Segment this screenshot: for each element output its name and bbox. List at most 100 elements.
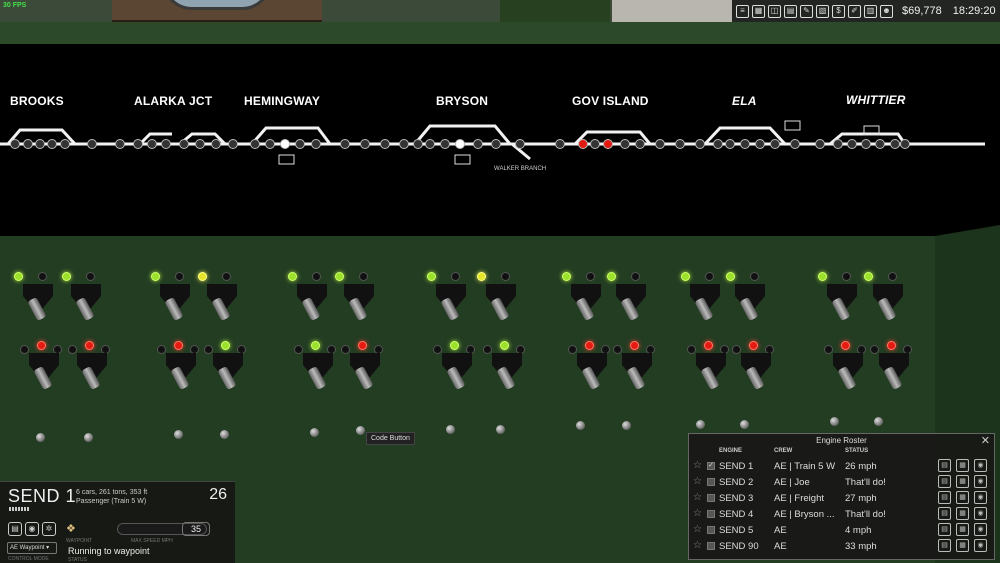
roster-row[interactable]: ☆ SEND 2 AE | Joe That'll do! ▤ ▦ ◉ — [689, 474, 994, 490]
select-checkbox[interactable] — [707, 478, 715, 486]
code-button[interactable] — [174, 430, 183, 439]
signal-lever[interactable] — [294, 341, 342, 401]
signal-lever[interactable] — [68, 341, 116, 401]
person-icon[interactable]: ☻ — [880, 4, 893, 18]
ledger-icon[interactable]: ▤ — [938, 539, 951, 552]
roster-row[interactable]: ☆ SEND 4 AE | Bryson ... That'll do! ▤ ▦ ◉ — [689, 506, 994, 522]
eye-icon[interactable]: ◉ — [974, 523, 987, 536]
code-button[interactable] — [830, 417, 839, 426]
star-icon[interactable]: ☆ — [693, 524, 702, 535]
switch-lever[interactable] — [335, 272, 383, 332]
close-icon[interactable]: ✕ — [981, 434, 990, 447]
waypoint-icon[interactable]: ❖ — [66, 522, 80, 536]
building-icon[interactable]: ▦ — [752, 4, 765, 18]
switch-lever[interactable] — [681, 272, 729, 332]
roster-row[interactable]: ☆ SEND 5 AE 4 mph ▤ ▦ ◉ — [689, 522, 994, 538]
track-signal — [833, 139, 843, 149]
select-checkbox[interactable]: ✓ — [707, 462, 715, 470]
star-icon[interactable]: ☆ — [693, 508, 702, 519]
car-icon[interactable]: ▦ — [956, 459, 969, 472]
pen-icon[interactable]: ✐ — [848, 4, 861, 18]
signal-lever[interactable] — [613, 341, 661, 401]
code-button[interactable] — [622, 421, 631, 430]
eye-icon[interactable]: ◉ — [974, 491, 987, 504]
code-button[interactable] — [446, 425, 455, 434]
select-checkbox[interactable] — [707, 494, 715, 502]
notes-icon[interactable]: ✎ — [800, 4, 813, 18]
switch-lever[interactable] — [151, 272, 199, 332]
signal-lever[interactable] — [20, 341, 68, 401]
column-header: CREW — [774, 448, 793, 454]
car-icon[interactable]: ▦ — [956, 475, 969, 488]
eye-icon[interactable]: ◉ — [974, 539, 987, 552]
cash-icon[interactable]: $ — [832, 4, 845, 18]
max-speed-value[interactable]: 35 — [182, 522, 210, 536]
code-button[interactable] — [84, 433, 93, 442]
signal-lever[interactable] — [732, 341, 780, 401]
star-icon[interactable]: ☆ — [693, 492, 702, 503]
code-button[interactable] — [740, 420, 749, 429]
ledger-icon[interactable]: ▤ — [8, 522, 22, 536]
ledger-icon[interactable]: ▤ — [938, 459, 951, 472]
list-icon[interactable]: ≡ — [736, 4, 749, 18]
car-icon[interactable]: ▦ — [956, 523, 969, 536]
roster-row[interactable]: ☆ ✓ SEND 1 AE | Train 5 W 26 mph ▤ ▦ ◉ — [689, 458, 994, 474]
signal-lever[interactable] — [341, 341, 389, 401]
signal-lever[interactable] — [568, 341, 616, 401]
signal-lever[interactable] — [483, 341, 531, 401]
switch-lever[interactable] — [427, 272, 475, 332]
switch-lever[interactable] — [864, 272, 912, 332]
signal-lever[interactable] — [157, 341, 205, 401]
switch-lever[interactable] — [288, 272, 336, 332]
switch-lever[interactable] — [818, 272, 866, 332]
code-button[interactable] — [310, 428, 319, 437]
roster-row[interactable]: ☆ SEND 90 AE 33 mph ▤ ▦ ◉ — [689, 538, 994, 554]
ledger-icon[interactable]: ▤ — [938, 475, 951, 488]
signal-lever[interactable] — [824, 341, 872, 401]
code-button[interactable] — [356, 426, 365, 435]
code-button[interactable] — [696, 420, 705, 429]
car-ledger-icon[interactable]: ▤ — [784, 4, 797, 18]
eye-icon[interactable]: ◉ — [974, 459, 987, 472]
signal-lever[interactable] — [870, 341, 918, 401]
code-button[interactable] — [496, 425, 505, 434]
eye-icon[interactable]: ◉ — [974, 507, 987, 520]
code-button[interactable] — [576, 421, 585, 430]
indicator-lamp — [824, 345, 833, 354]
code-button[interactable] — [36, 433, 45, 442]
cars-icon[interactable]: ▥ — [864, 4, 877, 18]
car-icon[interactable]: ▦ — [956, 539, 969, 552]
gear-icon[interactable]: ✲ — [42, 522, 56, 536]
code-button[interactable] — [220, 430, 229, 439]
switch-lever[interactable] — [607, 272, 655, 332]
select-checkbox[interactable] — [707, 526, 715, 534]
car-icon[interactable]: ◫ — [768, 4, 781, 18]
signal-lever[interactable] — [204, 341, 252, 401]
track-signal — [770, 139, 780, 149]
switch-lever[interactable] — [62, 272, 110, 332]
signal-lever[interactable] — [687, 341, 735, 401]
select-checkbox[interactable] — [707, 510, 715, 518]
signal-lever[interactable] — [433, 341, 481, 401]
star-icon[interactable]: ☆ — [693, 476, 702, 487]
crossing-icon[interactable]: ▧ — [816, 4, 829, 18]
engine-crew: AE | Train 5 W — [774, 461, 836, 472]
star-icon[interactable]: ☆ — [693, 460, 702, 471]
star-icon[interactable]: ☆ — [693, 540, 702, 551]
ledger-icon[interactable]: ▤ — [938, 523, 951, 536]
switch-lever[interactable] — [562, 272, 610, 332]
eye-icon[interactable]: ◉ — [974, 475, 987, 488]
control-mode-select[interactable]: AE Waypoint ▾ — [7, 542, 57, 554]
eye-icon[interactable]: ◉ — [25, 522, 39, 536]
ledger-icon[interactable]: ▤ — [938, 507, 951, 520]
car-icon[interactable]: ▦ — [956, 507, 969, 520]
switch-lever[interactable] — [198, 272, 246, 332]
car-icon[interactable]: ▦ — [956, 491, 969, 504]
ledger-icon[interactable]: ▤ — [938, 491, 951, 504]
switch-lever[interactable] — [477, 272, 525, 332]
code-button[interactable] — [874, 417, 883, 426]
switch-lever[interactable] — [14, 272, 62, 332]
roster-row[interactable]: ☆ SEND 3 AE | Freight 27 mph ▤ ▦ ◉ — [689, 490, 994, 506]
switch-lever[interactable] — [726, 272, 774, 332]
select-checkbox[interactable] — [707, 542, 715, 550]
